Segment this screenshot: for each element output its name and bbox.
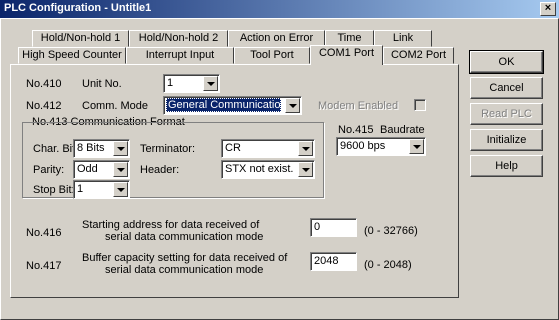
comm-mode-value: General Communication	[166, 98, 287, 112]
unit-no-code: No.410	[26, 78, 62, 90]
tab-interrupt-input[interactable]: Interrupt Input	[126, 47, 234, 64]
chevron-down-icon[interactable]	[409, 139, 424, 154]
header-value: STX not exist.	[225, 163, 294, 175]
buffer-cap-desc-2: serial data communication mode	[105, 264, 264, 276]
baudrate-select[interactable]: 9600 bps	[336, 137, 426, 156]
header-label: Header:	[140, 164, 180, 176]
ok-button[interactable]: OK	[469, 50, 544, 74]
char-bit-value: 8 Bits	[77, 142, 105, 154]
tab-com2-port[interactable]: COM2 Port	[383, 47, 454, 64]
baudrate-label: Baudrate	[380, 124, 425, 136]
stop-bit-value: 1	[77, 183, 84, 195]
chevron-down-icon[interactable]	[113, 182, 128, 197]
unit-no-select[interactable]: 1	[163, 74, 220, 93]
header-select[interactable]: STX not exist.	[221, 160, 315, 179]
char-bit-label: Char. Bit:	[33, 143, 79, 155]
cancel-button[interactable]: Cancel	[470, 77, 543, 99]
close-icon[interactable]: ×	[540, 2, 556, 16]
terminator-label: Terminator:	[140, 143, 196, 155]
modem-enabled-label: Modem Enabled	[318, 100, 399, 112]
initialize-button[interactable]: Initialize	[470, 129, 543, 151]
chevron-down-icon[interactable]	[113, 162, 128, 177]
chevron-down-icon[interactable]	[113, 141, 128, 156]
chevron-down-icon[interactable]	[285, 98, 300, 113]
comm-mode-code: No.412	[26, 100, 62, 112]
terminator-value: CR	[225, 142, 241, 154]
buffer-cap-input[interactable]: 2048	[310, 252, 357, 271]
parity-select[interactable]: Odd	[73, 160, 130, 179]
read-plc-button[interactable]: Read PLC	[470, 103, 543, 125]
modem-enabled-checkbox[interactable]	[414, 99, 426, 111]
tab-tool-port[interactable]: Tool Port	[234, 47, 310, 64]
baudrate-code: No.415	[338, 124, 374, 136]
parity-value: Odd	[77, 163, 98, 175]
stop-bit-label: Stop Bit:	[33, 184, 75, 196]
unit-no-label: Unit No.	[82, 78, 122, 90]
start-addr-desc-2: serial data communication mode	[105, 231, 264, 243]
help-button[interactable]: Help	[470, 155, 543, 177]
unit-no-value: 1	[167, 77, 174, 89]
stop-bit-select[interactable]: 1	[73, 180, 130, 199]
buffer-cap-range: (0 - 2048)	[364, 259, 412, 271]
chevron-down-icon[interactable]	[298, 141, 313, 156]
window-title: PLC Configuration - Untitle1	[4, 2, 152, 14]
char-bit-select[interactable]: 8 Bits	[73, 139, 130, 158]
tab-com1-port[interactable]: COM1 Port	[310, 45, 383, 65]
terminator-select[interactable]: CR	[221, 139, 315, 158]
comm-mode-label: Comm. Mode	[82, 100, 149, 112]
chevron-down-icon[interactable]	[298, 162, 313, 177]
comm-mode-select[interactable]: General Communication	[163, 96, 302, 115]
baudrate-value: 9600 bps	[340, 140, 386, 152]
start-addr-value: 0	[314, 221, 321, 233]
tab-high-speed-counter[interactable]: High Speed Counter	[18, 47, 126, 64]
start-addr-code: No.416	[26, 227, 62, 239]
start-addr-input[interactable]: 0	[310, 218, 357, 237]
buffer-cap-value: 2048	[314, 255, 339, 267]
chevron-down-icon[interactable]	[203, 76, 218, 91]
tab-hold-non-hold-2[interactable]: Hold/Non-hold 2	[129, 30, 228, 47]
tab-hold-non-hold-1[interactable]: Hold/Non-hold 1	[32, 30, 129, 47]
parity-label: Parity:	[33, 164, 65, 176]
buffer-cap-code: No.417	[26, 260, 62, 272]
start-addr-range: (0 - 32766)	[364, 225, 418, 237]
